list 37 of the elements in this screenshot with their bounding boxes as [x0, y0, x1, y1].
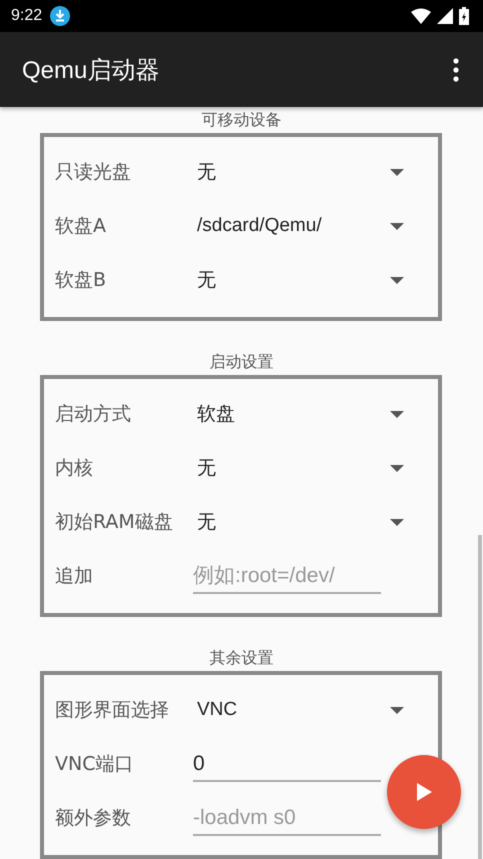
field-label: 软盘A	[55, 214, 107, 239]
field-label: 只读光盘	[55, 160, 132, 185]
wifi-icon	[411, 8, 431, 24]
dropdown[interactable]: 无	[193, 150, 438, 194]
section-title: 启动设置	[208, 351, 274, 373]
field-label: 启动方式	[55, 402, 132, 427]
app-title: Qemu启动器	[22, 56, 160, 86]
caret-icon	[390, 168, 404, 176]
caret-icon	[390, 518, 404, 526]
dropdown[interactable]: 无	[193, 258, 438, 302]
caret-icon	[390, 464, 404, 472]
caret-icon	[390, 222, 404, 230]
input-field[interactable]: 0	[193, 746, 381, 782]
input-field[interactable]: -loadvm s0	[193, 800, 381, 836]
dropdown[interactable]: 无	[193, 446, 438, 490]
field-label: 软盘B	[55, 268, 108, 293]
dropdown[interactable]: 无	[193, 500, 438, 544]
caret-icon	[390, 410, 404, 418]
field-label: 内核	[55, 456, 94, 481]
field-label: VNC端口	[55, 752, 134, 777]
field-label: 额外参数	[55, 806, 132, 831]
dropdown[interactable]: /sdcard/Qemu/	[193, 204, 438, 248]
signal-icon	[437, 8, 453, 24]
caret-icon	[390, 706, 404, 714]
section-title: 可移动设备	[200, 109, 282, 131]
status-time: 9:22	[11, 7, 42, 25]
input-field[interactable]: 例如:root=/dev/	[193, 558, 381, 594]
section-title: 其余设置	[208, 647, 274, 669]
field-label: 追加	[55, 564, 94, 589]
play-icon	[416, 783, 432, 801]
dropdown[interactable]: VNC	[193, 688, 438, 732]
field-label: 图形界面选择	[55, 698, 170, 723]
download-icon	[50, 6, 70, 26]
field-label: 初始RAM磁盘	[55, 510, 174, 535]
battery-icon	[459, 7, 469, 25]
dropdown[interactable]: 软盘	[193, 392, 438, 436]
caret-icon	[390, 276, 404, 284]
